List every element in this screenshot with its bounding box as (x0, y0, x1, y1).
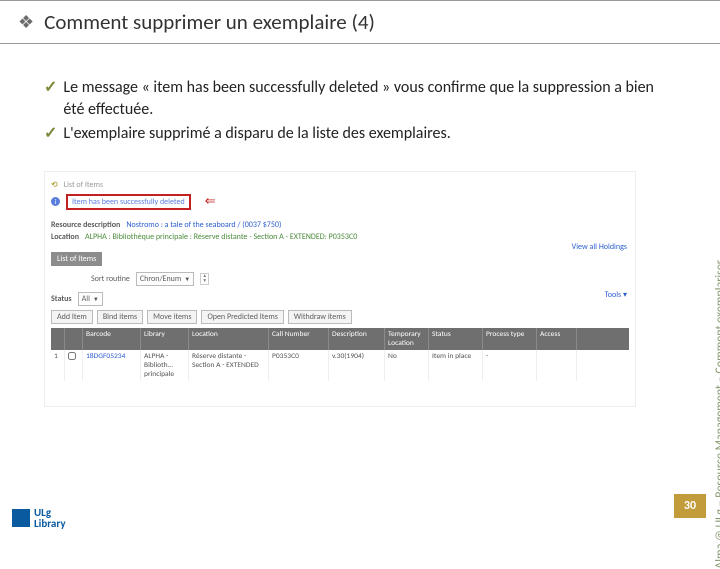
info-icon: i (51, 197, 60, 206)
chevron-down-icon: ▼ (93, 295, 99, 303)
move-items-button[interactable]: Move items (147, 310, 197, 324)
side-breadcrumb: Alma @ ULg – Resource Management – Comme… (714, 260, 720, 569)
sort-dropdown[interactable]: Chron/Enum▼ (136, 272, 194, 286)
bullet-2: ✓ L'exemplaire supprimé a disparu de la … (44, 123, 660, 145)
bullet-2-text: L'exemplaire supprimé a disparu de la li… (63, 123, 450, 145)
view-holdings-link[interactable]: View all Holdings (572, 242, 627, 252)
success-message: Item has been successfully deleted (66, 194, 191, 210)
tools-link[interactable]: Tools ▾ (605, 290, 627, 300)
check-icon: ✓ (44, 123, 57, 145)
resource-desc-label: Resource description (51, 220, 120, 230)
check-icon: ✓ (44, 77, 57, 120)
location-value: ALPHA : Bibliothèque principale : Réserv… (85, 232, 357, 242)
bullet-diamond-icon: ❖ (18, 11, 34, 33)
status-filter-label: Status (51, 294, 72, 304)
ulg-logo: ULg Library (12, 507, 66, 530)
highlight-arrow-icon: ⇐ (205, 194, 216, 209)
logo-square-icon (12, 509, 30, 527)
embedded-screenshot: ⟲List of Items i Item has been successfu… (44, 171, 636, 407)
open-predicted-button[interactable]: Open Predicted Items (201, 310, 283, 324)
items-table-header: Barcode Library Location Call Number Des… (51, 328, 629, 350)
slide-title-bar: ❖ Comment supprimer un exemplaire (4) (0, 0, 720, 44)
bullet-1-text: Le message « item has been successfully … (63, 77, 660, 120)
barcode-link[interactable]: 18DGF05234 (83, 350, 141, 381)
page-number: 30 (674, 494, 706, 518)
location-label: Location (51, 232, 79, 242)
row-checkbox[interactable] (68, 352, 76, 360)
slide-title: Comment supprimer un exemplaire (4) (44, 9, 375, 35)
bind-items-button[interactable]: Bind items (97, 310, 143, 324)
sort-label: Sort routine (91, 274, 130, 284)
add-item-button[interactable]: Add Item (51, 310, 93, 324)
table-row: 1 18DGF05234 ALPHA - Biblioth… principal… (51, 350, 629, 381)
withdraw-items-button[interactable]: Withdraw items (288, 310, 352, 324)
chevron-down-icon: ▼ (184, 275, 190, 283)
status-filter-dropdown[interactable]: All▼ (78, 292, 103, 306)
resource-desc-value: Nostromo : a tale of the seaboard / (003… (126, 220, 281, 230)
bullet-1: ✓ Le message « item has been successfull… (44, 77, 660, 120)
sort-order-stepper[interactable]: ▲▼ (200, 273, 209, 285)
logo-text: ULg Library (34, 507, 66, 530)
mock-list-title: List of Items (64, 180, 103, 190)
tab-list-of-items[interactable]: List of Items (51, 252, 102, 266)
content-area: ✓ Le message « item has been successfull… (0, 44, 720, 407)
